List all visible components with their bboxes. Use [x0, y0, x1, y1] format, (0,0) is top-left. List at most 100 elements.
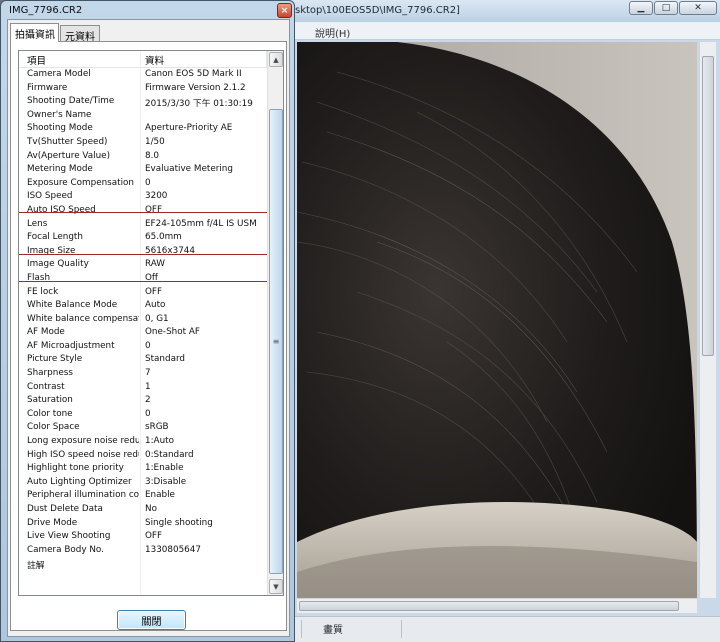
row-item-value: 0 — [145, 340, 151, 351]
list-scroll-thumb[interactable]: ≡ — [269, 109, 283, 574]
row-item-label: Long exposure noise reducti... — [27, 436, 139, 447]
viewer-horizontal-scrollbar[interactable] — [297, 598, 697, 613]
photo-image — [297, 42, 697, 598]
row-item-label: Exposure Compensation — [27, 177, 135, 188]
tab-shooting-info[interactable]: 拍攝資訊 — [10, 23, 59, 42]
row-item-value: 2015/3/30 下午 01:30:19 — [145, 99, 253, 110]
close-button[interactable]: 關閉 — [117, 610, 186, 630]
table-row[interactable]: Color Space sRGB — [19, 421, 267, 435]
row-item-value: EF24-105mm f/4L IS USM — [145, 218, 257, 229]
row-item-value: 3:Disable — [145, 476, 187, 487]
minimize-icon[interactable]: ▁ — [629, 1, 653, 15]
status-separator — [401, 620, 402, 638]
table-row[interactable]: Saturation 2 — [19, 394, 267, 408]
table-row[interactable]: Auto ISO Speed OFF — [19, 204, 267, 218]
row-item-label: Color tone — [27, 408, 73, 419]
row-item-value: OFF — [145, 204, 163, 215]
table-row[interactable]: AF Microadjustment 0 — [19, 340, 267, 354]
table-row[interactable]: Image Quality RAW — [19, 258, 267, 272]
table-row[interactable]: Picture Style Standard — [19, 353, 267, 367]
table-row[interactable]: Image Size 5616x3744 — [19, 245, 267, 259]
table-row[interactable]: Camera Model Canon EOS 5D Mark II — [19, 68, 267, 82]
status-separator — [301, 620, 302, 638]
table-row[interactable]: Owner's Name — [19, 109, 267, 123]
table-row[interactable]: White balance compensation 0, G1 — [19, 313, 267, 327]
dialog-title: IMG_7796.CR2 — [9, 5, 83, 16]
row-item-value: sRGB — [145, 422, 169, 433]
table-row[interactable]: Dust Delete Data No — [19, 503, 267, 517]
row-item-label: Peripheral illumination corre... — [27, 490, 139, 501]
viewer-vscroll-thumb[interactable] — [702, 56, 714, 356]
table-row[interactable]: AF Mode One-Shot AF — [19, 326, 267, 340]
table-row[interactable]: Highlight tone priority 1:Enable — [19, 462, 267, 476]
scroll-down-icon[interactable]: ▼ — [269, 579, 283, 594]
table-row[interactable]: Shooting Date/Time 2015/3/30 下午 01:30:19 — [19, 95, 267, 109]
row-item-label: Sharpness — [27, 368, 73, 379]
table-row[interactable]: Drive Mode Single shooting — [19, 517, 267, 531]
row-item-value: 0, G1 — [145, 313, 169, 324]
viewer-vertical-scrollbar[interactable] — [699, 42, 716, 598]
column-header-item[interactable]: 項目 — [27, 53, 46, 67]
table-row[interactable]: Lens EF24-105mm f/4L IS USM — [19, 218, 267, 232]
row-item-label: Camera Model — [27, 69, 91, 79]
row-item-label: White Balance Mode — [27, 300, 118, 311]
close-icon[interactable]: ✕ — [679, 1, 717, 15]
row-item-label: High ISO speed noise reduc... — [27, 449, 139, 460]
row-item-value: 8.0 — [145, 150, 159, 161]
maximize-icon[interactable]: □ — [654, 1, 678, 15]
row-item-label: Camera Body No. — [27, 544, 104, 555]
viewer-hscroll-thumb[interactable] — [299, 601, 679, 611]
table-row[interactable]: Flash Off — [19, 272, 267, 286]
table-row[interactable]: Shooting Mode Aperture-Priority AE — [19, 122, 267, 136]
viewer-title: sktop\100EOS5D\IMG_7796.CR2] — [295, 5, 460, 16]
table-row[interactable]: 註解 — [19, 557, 267, 571]
annotation-line — [19, 212, 267, 213]
row-item-label: ISO Speed — [27, 191, 73, 202]
table-row[interactable]: Contrast 1 — [19, 381, 267, 395]
row-item-value: Evaluative Metering — [145, 164, 233, 175]
table-row[interactable]: Peripheral illumination corre... Enable — [19, 489, 267, 503]
list-vertical-scrollbar[interactable]: ▲ ≡ ▼ — [267, 51, 283, 595]
row-item-value: 0 — [145, 177, 151, 188]
row-item-value: Single shooting — [145, 517, 213, 528]
table-row[interactable]: Firmware Firmware Version 2.1.2 — [19, 82, 267, 96]
table-row[interactable]: Long exposure noise reducti... 1:Auto — [19, 435, 267, 449]
row-item-label: Shooting Date/Time — [27, 96, 115, 107]
table-row[interactable]: ISO Speed 3200 — [19, 190, 267, 204]
table-row[interactable]: High ISO speed noise reduc... 0:Standard — [19, 449, 267, 463]
viewer-title-bar[interactable]: sktop\100EOS5D\IMG_7796.CR2] ▁ □ ✕ — [289, 0, 720, 22]
shooting-info-list[interactable]: 項目 資料 Camera Model Canon EOS 5D Mark II Fi… — [18, 50, 284, 596]
table-row[interactable]: Color tone 0 — [19, 408, 267, 422]
photo-canvas[interactable] — [297, 42, 697, 598]
column-header-data[interactable]: 資料 — [145, 53, 164, 67]
table-row[interactable]: Tv(Shutter Speed) 1/50 — [19, 136, 267, 150]
row-item-label: Image Quality — [27, 259, 89, 270]
table-row[interactable]: Focal Length 65.0mm — [19, 231, 267, 245]
scroll-up-icon[interactable]: ▲ — [269, 52, 283, 67]
table-row[interactable]: Av(Aperture Value) 8.0 — [19, 150, 267, 164]
close-icon[interactable]: × — [277, 3, 292, 18]
tab-metadata[interactable]: 元資料 — [60, 25, 100, 43]
row-item-label: Auto Lighting Optimizer — [27, 476, 132, 487]
list-header: 項目 資料 — [19, 51, 267, 68]
row-item-label: Picture Style — [27, 354, 83, 365]
row-item-label: Metering Mode — [27, 164, 93, 175]
table-row[interactable]: Metering Mode Evaluative Metering — [19, 163, 267, 177]
table-row[interactable]: Sharpness 7 — [19, 367, 267, 381]
row-item-value: 0:Standard — [145, 449, 194, 460]
row-item-value: 1/50 — [145, 136, 165, 147]
table-row[interactable]: White Balance Mode Auto — [19, 299, 267, 313]
table-row[interactable]: Live View Shooting OFF — [19, 530, 267, 544]
table-row[interactable]: Exposure Compensation 0 — [19, 177, 267, 191]
table-row[interactable]: Auto Lighting Optimizer 3:Disable — [19, 476, 267, 490]
shooting-info-dialog: IMG_7796.CR2 × 拍攝資訊 元資料 項目 資料 Camera Mod… — [0, 0, 295, 642]
list-rows: Camera Model Canon EOS 5D Mark II Firmware… — [19, 68, 267, 571]
row-item-label: Firmware — [27, 82, 68, 93]
row-item-label: AF Mode — [27, 327, 65, 338]
dialog-client-area: 拍攝資訊 元資料 項目 資料 Camera Model Canon EOS 5D … — [7, 19, 290, 637]
annotation-line — [19, 254, 267, 255]
table-row[interactable]: FE lock OFF — [19, 286, 267, 300]
menu-help[interactable]: 說明(H) — [315, 25, 350, 40]
table-row[interactable]: Camera Body No. 1330805647 — [19, 544, 267, 558]
row-item-value: 3200 — [145, 191, 168, 202]
